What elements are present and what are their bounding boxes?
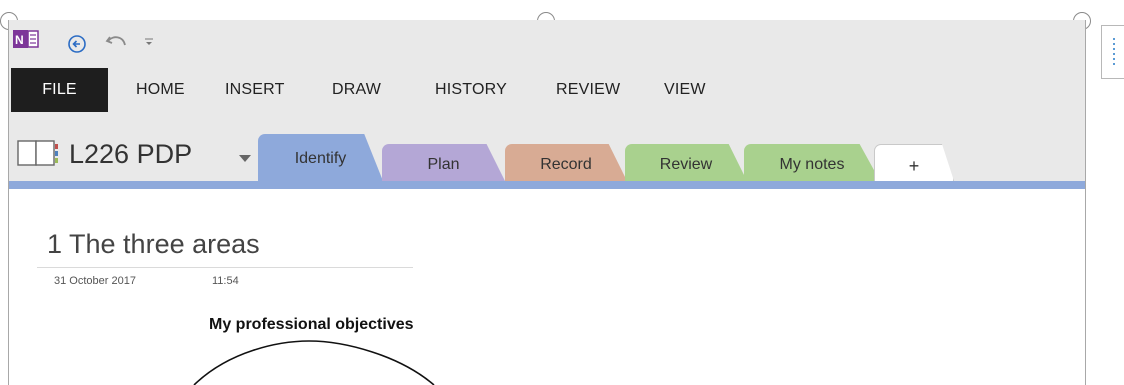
- section-tab-label: Record: [540, 156, 592, 173]
- onenote-icon[interactable]: N: [13, 28, 39, 52]
- caret-down-icon[interactable]: [239, 150, 251, 162]
- tab-draw[interactable]: DRAW: [332, 68, 381, 112]
- page-date: 31 October 2017: [54, 275, 136, 287]
- onenote-window: N FILE HOME INSERT DRAW HISTORY REVIEW V…: [8, 20, 1086, 385]
- section-tab-label: Plan: [427, 156, 460, 173]
- section-tab-plan[interactable]: Plan: [382, 144, 505, 181]
- tab-home[interactable]: HOME: [136, 68, 185, 112]
- section-tab-label: Review: [659, 156, 713, 173]
- section-tab-review[interactable]: Review: [625, 144, 747, 181]
- notebook-title: L226 PDP: [69, 139, 193, 169]
- section-tab-label: Identify: [294, 150, 347, 167]
- tab-file[interactable]: FILE: [11, 68, 108, 112]
- tab-insert[interactable]: INSERT: [225, 68, 285, 112]
- section-tab-label: My notes: [779, 156, 845, 173]
- quick-access-toolbar: N: [9, 20, 409, 68]
- page-title[interactable]: 1 The three areas: [47, 229, 260, 260]
- tab-history[interactable]: HISTORY: [435, 68, 507, 112]
- undo-icon[interactable]: [105, 32, 129, 52]
- svg-text:N: N: [15, 33, 24, 47]
- section-tab-my-notes[interactable]: My notes: [744, 144, 880, 181]
- tab-view[interactable]: VIEW: [664, 68, 706, 112]
- section-color-strip: [9, 181, 1085, 189]
- add-section-button[interactable]: +: [874, 144, 954, 181]
- content-heading[interactable]: My professional objectives: [209, 316, 414, 334]
- dropdown-icon[interactable]: [143, 34, 157, 52]
- page-canvas[interactable]: 1 The three areas 31 October 2017 11:54 …: [9, 189, 1085, 385]
- tab-review[interactable]: REVIEW: [556, 68, 620, 112]
- section-tab-identify[interactable]: Identify: [258, 134, 383, 181]
- title-divider: [37, 267, 413, 268]
- notebook-icon: [17, 138, 59, 168]
- ribbon-area: N FILE HOME INSERT DRAW HISTORY REVIEW V…: [9, 20, 1085, 195]
- section-tab-record[interactable]: Record: [505, 144, 627, 181]
- ribbon-tabs: FILE HOME INSERT DRAW HISTORY REVIEW VIE…: [9, 68, 809, 112]
- back-arrow-icon[interactable]: [67, 34, 87, 54]
- add-section-label: +: [908, 156, 920, 176]
- page-time: 11:54: [212, 275, 239, 287]
- side-panel-edge[interactable]: [1101, 25, 1124, 79]
- diagram-circle[interactable]: [159, 339, 499, 385]
